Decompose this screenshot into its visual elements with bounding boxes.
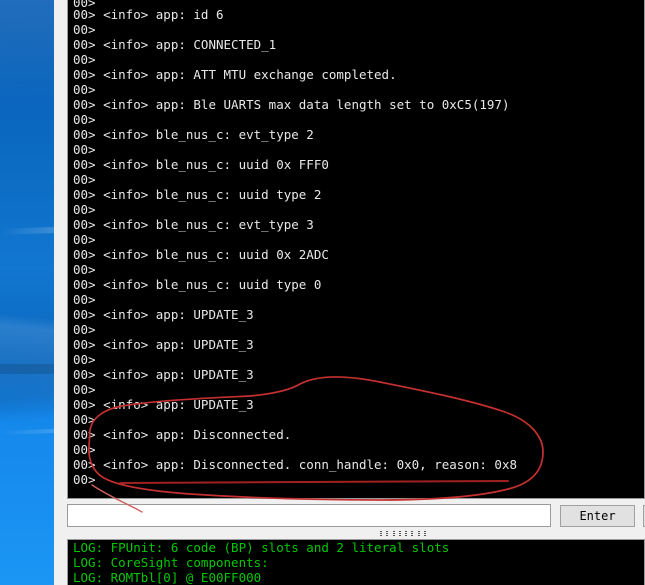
terminal-line: 00> <info> app: Ble UARTS max data lengt…	[73, 97, 510, 112]
terminal-line: 00> <info> ble_nus_c: uuid type 2	[73, 187, 322, 202]
terminal-line: 00> <info> ble_nus_c: uuid type 0	[73, 277, 322, 292]
log-line: LOG: FPUnit: 6 code (BP) slots and 2 lit…	[73, 540, 450, 555]
terminal-line: 00>	[68, 0, 644, 7]
terminal-line: 00>	[73, 232, 96, 247]
rtt-terminal-panel[interactable]: 00>00> <info> app: id 600>00> <info> app…	[67, 0, 645, 499]
terminal-line: 00>	[73, 142, 96, 157]
enter-button[interactable]: Enter	[560, 505, 635, 527]
wallpaper-dark-band	[0, 364, 54, 374]
windows-desktop-wallpaper	[0, 0, 55, 585]
terminal-line: 00> <info> app: UPDATE_3	[73, 337, 254, 352]
terminal-line: 00> <info> app: id 6	[73, 7, 224, 22]
terminal-line: 00> <info> ble_nus_c: evt_type 2	[73, 127, 314, 142]
terminal-line: 00> <info> app: Disconnected. conn_handl…	[73, 457, 518, 472]
terminal-line: 00>	[73, 202, 96, 217]
command-input-row: Enter	[67, 504, 645, 528]
log-panel[interactable]: LOG: FPUnit: 6 code (BP) slots and 2 lit…	[67, 539, 645, 585]
terminal-line: 00>	[73, 112, 96, 127]
terminal-line: 00> <info> app: UPDATE_3	[73, 397, 254, 412]
command-input[interactable]	[67, 504, 551, 527]
log-line: LOG: CoreSight components:	[73, 555, 269, 570]
terminal-line: 00> <info> ble_nus_c: evt_type 3	[73, 217, 314, 232]
terminal-line: 00>	[73, 322, 96, 337]
terminal-line: 00>	[73, 52, 96, 67]
terminal-line: 00>	[73, 412, 96, 427]
wallpaper-light-streak	[0, 227, 55, 235]
terminal-line: 00>	[73, 472, 96, 487]
terminal-line: 00>	[73, 172, 96, 187]
terminal-line: 00>	[73, 22, 96, 37]
terminal-line: 00> <info> app: ATT MTU exchange complet…	[73, 67, 397, 82]
wallpaper-light-streak-lower	[0, 428, 55, 436]
panel-splitter[interactable]	[54, 529, 645, 539]
terminal-line: 00> <info> ble_nus_c: uuid 0x 2ADC	[73, 247, 329, 262]
terminal-line: 00>	[73, 352, 96, 367]
screen-root: 00>00> <info> app: id 600>00> <info> app…	[0, 0, 645, 585]
log-line: LOG: ROMTbl[0] @ E00FF000	[73, 570, 262, 585]
terminal-line: 00> <info> app: Disconnected.	[73, 427, 292, 442]
terminal-line: 00>	[73, 442, 96, 457]
terminal-line: 00> <info> app: CONNECTED_1	[73, 37, 277, 52]
splitter-grip-icon	[380, 531, 426, 537]
terminal-line: 00>	[73, 382, 96, 397]
terminal-line: 00>	[73, 82, 96, 97]
log-scroll-area[interactable]: LOG: FPUnit: 6 code (BP) slots and 2 lit…	[68, 540, 644, 585]
app-window: 00>00> <info> app: id 600>00> <info> app…	[54, 0, 645, 585]
terminal-line: 00> <info> app: UPDATE_3	[73, 367, 254, 382]
terminal-scroll-area[interactable]: 00>00> <info> app: id 600>00> <info> app…	[68, 0, 644, 498]
terminal-line: 00> <info> app: UPDATE_3	[73, 307, 254, 322]
terminal-line: 00> <info> ble_nus_c: uuid 0x FFF0	[73, 157, 329, 172]
terminal-line: 00>	[73, 292, 96, 307]
terminal-line: 00>	[73, 262, 96, 277]
